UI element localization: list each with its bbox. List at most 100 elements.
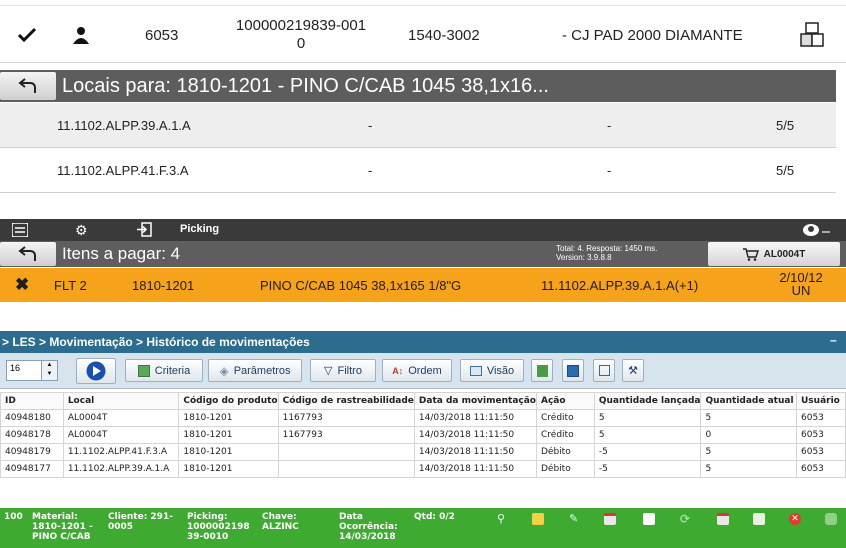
product-description: PINO C/CAB 1045 38,1x165 1/8"G <box>260 278 462 293</box>
cell-qty-current: 5 <box>700 443 797 461</box>
location-row[interactable]: 11.1102.ALPP.41.F.3.A - - 5/5 <box>0 148 836 193</box>
login-icon[interactable] <box>136 222 152 240</box>
cart-button[interactable]: AL0004T <box>708 242 840 266</box>
cart-label: AL0004T <box>763 248 806 260</box>
column-header[interactable]: Código do produto <box>178 392 279 410</box>
report-icon[interactable] <box>753 513 765 525</box>
cell-qty-posted: -5 <box>593 443 702 461</box>
column-header[interactable]: Quantidade atual <box>700 392 797 410</box>
refresh-icon[interactable]: ⟳ <box>680 513 692 525</box>
table-row[interactable]: 40948179 11.1102.ALPP.41.F.3.A 1810-1201… <box>0 443 846 461</box>
cell-user: 6053 <box>796 409 846 427</box>
back-arrow-icon <box>18 78 36 93</box>
criteria-button[interactable]: Criteria <box>125 359 203 382</box>
pick-unit: UN <box>791 283 811 298</box>
table-header-row: ID Local Código do produto Código de ras… <box>0 392 846 410</box>
document-icon[interactable] <box>643 513 655 525</box>
column-header[interactable]: ID <box>0 392 64 410</box>
location-col2: - <box>368 118 373 133</box>
spinner-arrows-icon[interactable]: ▲ ▼ <box>41 361 57 380</box>
save-button[interactable] <box>562 359 584 382</box>
cell-trace: 1167793 <box>277 409 415 427</box>
back-button[interactable] <box>0 242 56 266</box>
export-excel-button[interactable] <box>531 359 553 382</box>
cell-action: Crédito <box>536 409 595 427</box>
column-header[interactable]: Código de rastreabilidade <box>277 392 415 410</box>
les-toolbar: 16 ▲ ▼ Criteria ◈ Parâmetros ▽ Filtro A↕ … <box>0 353 846 389</box>
criteria-label: Criteria <box>154 364 191 377</box>
phone-icon[interactable] <box>802 222 832 240</box>
wrench-icon[interactable]: ✎ <box>569 513 581 525</box>
page-size-spinner[interactable]: 16 ▲ ▼ <box>6 360 58 381</box>
status-cliente: Cliente: 291- 0005 <box>108 512 173 532</box>
thumbs-up-icon[interactable] <box>825 513 837 525</box>
calendar-icon[interactable] <box>604 513 616 525</box>
cell-qty-current: 0 <box>700 426 797 444</box>
floppy-icon <box>567 364 579 377</box>
location-code: 11.1102.ALPP.41.F.3.A <box>57 163 189 178</box>
criteria-icon <box>137 364 150 377</box>
excel-icon <box>536 364 548 377</box>
status-chave: Chave: ALZINC <box>262 512 299 532</box>
tools-button[interactable]: ⚒ <box>622 359 644 382</box>
picking-toolbar: ⚙ Picking <box>0 219 846 241</box>
cell-date: 14/03/2018 11:11:50 <box>413 443 538 461</box>
top-row-code-line2: 0 <box>296 35 306 52</box>
cell-local: 11.1102.ALPP.41.F.3.A <box>62 443 180 461</box>
cell-id: 40948177 <box>0 460 64 478</box>
picking-item-row[interactable]: ✖ FLT 2 1810-1201 PINO C/CAB 1045 38,1x1… <box>0 268 846 302</box>
menu-icon[interactable] <box>11 222 29 240</box>
visao-button[interactable]: Visão <box>460 359 524 382</box>
check-icon[interactable] <box>18 6 36 64</box>
run-button[interactable] <box>76 358 116 384</box>
cancel-x-icon[interactable]: ✖ <box>15 276 29 294</box>
location-qty: 5/5 <box>776 163 795 178</box>
status-picking: Picking: 1000002198 39-0010 <box>187 512 250 542</box>
cell-action: Débito <box>536 460 595 478</box>
cell-qty-posted: -5 <box>593 460 702 478</box>
search-icon[interactable]: ⚲ <box>497 513 509 525</box>
column-header[interactable]: Ação <box>536 392 595 410</box>
sort-az-icon: A↕ <box>392 365 404 376</box>
location-qty: 5/5 <box>776 118 795 133</box>
table-row[interactable]: 40948180 AL0004T 1810-1201 1167793 14/03… <box>0 409 846 427</box>
edit-icon[interactable] <box>532 513 544 525</box>
location-row[interactable]: 11.1102.ALPP.39.A.1.A - - 5/5 <box>0 103 836 148</box>
picking-label: Picking <box>180 223 220 235</box>
response-info-line1: Total: 4. Resposta: 1450 ms. <box>556 244 658 253</box>
boxes-icon[interactable] <box>800 6 824 64</box>
locais-header: Locais para: 1810-1201 - PINO C/CAB 1045… <box>0 70 836 102</box>
flt-label: FLT 2 <box>54 278 87 293</box>
cell-id: 40948179 <box>0 443 64 461</box>
settings-gear-icon[interactable]: ⚙ <box>75 222 88 238</box>
table-row[interactable]: 40948177 11.1102.ALPP.39.A.1.A 1810-1201… <box>0 460 846 478</box>
calendar-alert-icon[interactable] <box>717 513 729 525</box>
column-header[interactable]: Usuário <box>796 392 846 410</box>
top-row-description: - CJ PAD 2000 DIAMANTE <box>562 26 743 44</box>
page-size-value: 16 <box>10 363 21 373</box>
column-header[interactable]: Quantidade lançada <box>593 392 702 410</box>
top-item-row[interactable]: 6053 100000219839-001 0 1540-3002 - CJ P… <box>0 5 846 63</box>
cell-qty-posted: 5 <box>593 409 702 427</box>
cell-product: 1810-1201 <box>178 443 279 461</box>
filtro-button[interactable]: ▽ Filtro <box>310 359 376 382</box>
parametros-button[interactable]: ◈ Parâmetros <box>208 359 302 382</box>
version-info: Version: 3.9.8.8 <box>556 253 612 262</box>
les-breadcrumb-bar: > LES > Movimentação > Histórico de movi… <box>0 331 846 353</box>
location-col3: - <box>607 163 612 178</box>
minimize-icon[interactable]: – <box>830 333 837 347</box>
cell-user: 6053 <box>796 443 846 461</box>
column-header[interactable]: Data da movimentação <box>413 392 538 410</box>
close-icon[interactable]: ✕ <box>789 513 801 525</box>
window-button[interactable] <box>593 359 615 382</box>
filtro-label: Filtro <box>337 364 362 377</box>
column-header[interactable]: Local <box>62 392 180 410</box>
cell-qty-posted: 5 <box>593 426 702 444</box>
product-code: 1810-1201 <box>132 278 195 293</box>
ordem-button[interactable]: A↕ Ordem <box>382 359 452 382</box>
back-arrow-icon <box>18 246 36 261</box>
visao-label: Visão <box>486 364 515 377</box>
back-button[interactable] <box>0 72 56 100</box>
table-row[interactable]: 40948178 AL0004T 1810-1201 1167793 14/03… <box>0 426 846 444</box>
funnel-icon: ▽ <box>324 365 333 377</box>
